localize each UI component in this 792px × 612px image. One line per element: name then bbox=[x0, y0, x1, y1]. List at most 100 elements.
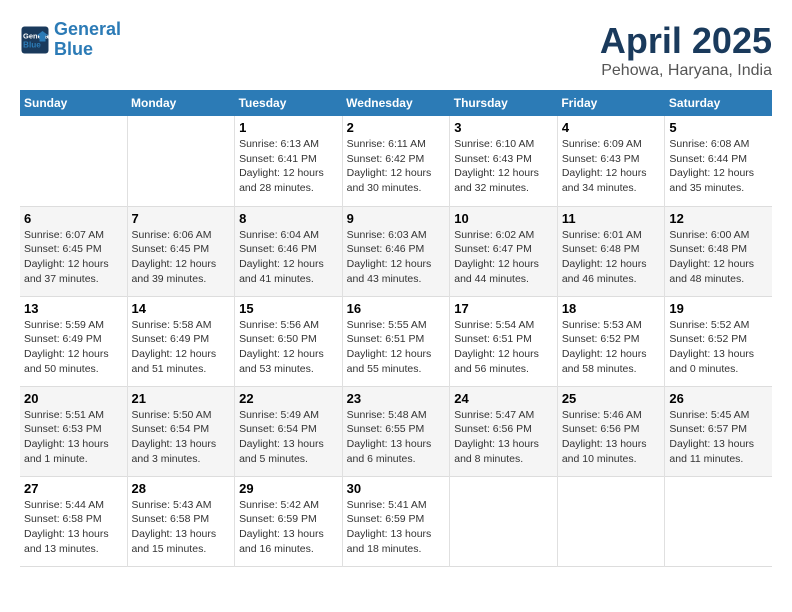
day-info: Sunrise: 5:41 AM Sunset: 6:59 PM Dayligh… bbox=[347, 498, 446, 557]
day-info: Sunrise: 5:53 AM Sunset: 6:52 PM Dayligh… bbox=[562, 318, 661, 377]
day-info: Sunrise: 6:11 AM Sunset: 6:42 PM Dayligh… bbox=[347, 137, 446, 196]
day-number: 2 bbox=[347, 120, 446, 135]
calendar-cell bbox=[557, 476, 665, 566]
calendar-cell: 8Sunrise: 6:04 AM Sunset: 6:46 PM Daylig… bbox=[235, 206, 343, 296]
day-number: 7 bbox=[132, 211, 231, 226]
day-info: Sunrise: 5:48 AM Sunset: 6:55 PM Dayligh… bbox=[347, 408, 446, 467]
logo-line1: General bbox=[54, 19, 121, 39]
day-number: 29 bbox=[239, 481, 338, 496]
day-info: Sunrise: 6:00 AM Sunset: 6:48 PM Dayligh… bbox=[669, 228, 768, 287]
calendar-cell: 25 Sunrise: 5:46 AM Sunset: 6:56 PM Dayli… bbox=[557, 386, 665, 476]
calendar-cell: 9 Sunrise: 6:03 AM Sunset: 6:46 PM Daylig… bbox=[342, 206, 450, 296]
weekday-header-thursday: Thursday bbox=[450, 90, 558, 116]
weekday-header-row: SundayMondayTuesdayWednesdayThursdayFrid… bbox=[20, 90, 772, 116]
day-info: Sunrise: 5:55 AM Sunset: 6:51 PM Dayligh… bbox=[347, 318, 446, 377]
page-title: April 2025 bbox=[600, 20, 772, 62]
weekday-header-sunday: Sunday bbox=[20, 90, 127, 116]
calendar-week-row: 6Sunrise: 6:07 AM Sunset: 6:45 PM Daylig… bbox=[20, 206, 772, 296]
page-header: General Blue General Blue April 2025 Peh… bbox=[20, 20, 772, 80]
calendar-cell: 22Sunrise: 5:49 AM Sunset: 6:54 PM Dayli… bbox=[235, 386, 343, 476]
calendar-cell: 30 Sunrise: 5:41 AM Sunset: 6:59 PM Dayli… bbox=[342, 476, 450, 566]
logo-line2: Blue bbox=[54, 39, 93, 59]
weekday-header-friday: Friday bbox=[557, 90, 665, 116]
day-info: Sunrise: 5:47 AM Sunset: 6:56 PM Dayligh… bbox=[454, 408, 553, 467]
weekday-header-saturday: Saturday bbox=[665, 90, 772, 116]
day-info: Sunrise: 5:56 AM Sunset: 6:50 PM Dayligh… bbox=[239, 318, 338, 377]
calendar-cell: 7 Sunrise: 6:06 AM Sunset: 6:45 PM Daylig… bbox=[127, 206, 235, 296]
calendar-cell: 6Sunrise: 6:07 AM Sunset: 6:45 PM Daylig… bbox=[20, 206, 127, 296]
calendar-cell bbox=[450, 476, 558, 566]
calendar-cell: 28 Sunrise: 5:43 AM Sunset: 6:58 PM Dayli… bbox=[127, 476, 235, 566]
day-number: 12 bbox=[669, 211, 768, 226]
day-info: Sunrise: 5:58 AM Sunset: 6:49 PM Dayligh… bbox=[132, 318, 231, 377]
svg-text:Blue: Blue bbox=[23, 40, 41, 49]
day-number: 19 bbox=[669, 301, 768, 316]
day-number: 10 bbox=[454, 211, 553, 226]
day-number: 5 bbox=[669, 120, 768, 135]
day-number: 24 bbox=[454, 391, 553, 406]
calendar-cell: 20 Sunrise: 5:51 AM Sunset: 6:53 PM Dayli… bbox=[20, 386, 127, 476]
day-number: 13 bbox=[24, 301, 123, 316]
day-info: Sunrise: 5:52 AM Sunset: 6:52 PM Dayligh… bbox=[669, 318, 768, 377]
weekday-header-tuesday: Tuesday bbox=[235, 90, 343, 116]
day-info: Sunrise: 5:50 AM Sunset: 6:54 PM Dayligh… bbox=[132, 408, 231, 467]
day-number: 25 bbox=[562, 391, 661, 406]
day-number: 30 bbox=[347, 481, 446, 496]
calendar-cell bbox=[665, 476, 772, 566]
calendar-week-row: 1Sunrise: 6:13 AM Sunset: 6:41 PM Daylig… bbox=[20, 116, 772, 206]
page-subtitle: Pehowa, Haryana, India bbox=[600, 62, 772, 80]
day-number: 14 bbox=[132, 301, 231, 316]
day-info: Sunrise: 5:43 AM Sunset: 6:58 PM Dayligh… bbox=[132, 498, 231, 557]
calendar-cell: 1Sunrise: 6:13 AM Sunset: 6:41 PM Daylig… bbox=[235, 116, 343, 206]
calendar-cell: 18 Sunrise: 5:53 AM Sunset: 6:52 PM Dayli… bbox=[557, 296, 665, 386]
calendar-cell: 11 Sunrise: 6:01 AM Sunset: 6:48 PM Dayli… bbox=[557, 206, 665, 296]
day-info: Sunrise: 6:01 AM Sunset: 6:48 PM Dayligh… bbox=[562, 228, 661, 287]
calendar-cell bbox=[20, 116, 127, 206]
day-info: Sunrise: 5:51 AM Sunset: 6:53 PM Dayligh… bbox=[24, 408, 123, 467]
logo: General Blue General Blue bbox=[20, 20, 121, 60]
calendar-cell: 17Sunrise: 5:54 AM Sunset: 6:51 PM Dayli… bbox=[450, 296, 558, 386]
calendar-cell bbox=[127, 116, 235, 206]
calendar-cell: 24 Sunrise: 5:47 AM Sunset: 6:56 PM Dayli… bbox=[450, 386, 558, 476]
calendar-cell: 3Sunrise: 6:10 AM Sunset: 6:43 PM Daylig… bbox=[450, 116, 558, 206]
calendar-week-row: 27 Sunrise: 5:44 AM Sunset: 6:58 PM Dayli… bbox=[20, 476, 772, 566]
day-info: Sunrise: 6:08 AM Sunset: 6:44 PM Dayligh… bbox=[669, 137, 768, 196]
day-number: 20 bbox=[24, 391, 123, 406]
day-number: 26 bbox=[669, 391, 768, 406]
calendar-cell: 23 Sunrise: 5:48 AM Sunset: 6:55 PM Dayli… bbox=[342, 386, 450, 476]
day-info: Sunrise: 6:09 AM Sunset: 6:43 PM Dayligh… bbox=[562, 137, 661, 196]
day-info: Sunrise: 5:59 AM Sunset: 6:49 PM Dayligh… bbox=[24, 318, 123, 377]
day-info: Sunrise: 5:46 AM Sunset: 6:56 PM Dayligh… bbox=[562, 408, 661, 467]
calendar-cell: 26Sunrise: 5:45 AM Sunset: 6:57 PM Dayli… bbox=[665, 386, 772, 476]
calendar-cell: 10 Sunrise: 6:02 AM Sunset: 6:47 PM Dayli… bbox=[450, 206, 558, 296]
day-info: Sunrise: 6:06 AM Sunset: 6:45 PM Dayligh… bbox=[132, 228, 231, 287]
calendar-cell: 13 Sunrise: 5:59 AM Sunset: 6:49 PM Dayli… bbox=[20, 296, 127, 386]
calendar-cell: 5 Sunrise: 6:08 AM Sunset: 6:44 PM Daylig… bbox=[665, 116, 772, 206]
day-number: 21 bbox=[132, 391, 231, 406]
day-number: 4 bbox=[562, 120, 661, 135]
day-number: 8 bbox=[239, 211, 338, 226]
day-info: Sunrise: 6:13 AM Sunset: 6:41 PM Dayligh… bbox=[239, 137, 338, 196]
logo-text: General Blue bbox=[54, 20, 121, 60]
calendar-table: SundayMondayTuesdayWednesdayThursdayFrid… bbox=[20, 90, 772, 567]
day-number: 18 bbox=[562, 301, 661, 316]
day-number: 27 bbox=[24, 481, 123, 496]
svg-text:General: General bbox=[23, 31, 50, 40]
day-number: 28 bbox=[132, 481, 231, 496]
day-info: Sunrise: 6:02 AM Sunset: 6:47 PM Dayligh… bbox=[454, 228, 553, 287]
calendar-cell: 2 Sunrise: 6:11 AM Sunset: 6:42 PM Daylig… bbox=[342, 116, 450, 206]
title-block: April 2025 Pehowa, Haryana, India bbox=[600, 20, 772, 80]
logo-icon: General Blue bbox=[20, 25, 50, 55]
day-info: Sunrise: 6:07 AM Sunset: 6:45 PM Dayligh… bbox=[24, 228, 123, 287]
day-number: 23 bbox=[347, 391, 446, 406]
calendar-cell: 27 Sunrise: 5:44 AM Sunset: 6:58 PM Dayli… bbox=[20, 476, 127, 566]
day-info: Sunrise: 5:44 AM Sunset: 6:58 PM Dayligh… bbox=[24, 498, 123, 557]
calendar-cell: 14 Sunrise: 5:58 AM Sunset: 6:49 PM Dayli… bbox=[127, 296, 235, 386]
day-number: 11 bbox=[562, 211, 661, 226]
calendar-cell: 12 Sunrise: 6:00 AM Sunset: 6:48 PM Dayli… bbox=[665, 206, 772, 296]
calendar-week-row: 20 Sunrise: 5:51 AM Sunset: 6:53 PM Dayli… bbox=[20, 386, 772, 476]
day-info: Sunrise: 6:03 AM Sunset: 6:46 PM Dayligh… bbox=[347, 228, 446, 287]
calendar-cell: 15Sunrise: 5:56 AM Sunset: 6:50 PM Dayli… bbox=[235, 296, 343, 386]
day-number: 9 bbox=[347, 211, 446, 226]
day-info: Sunrise: 6:10 AM Sunset: 6:43 PM Dayligh… bbox=[454, 137, 553, 196]
